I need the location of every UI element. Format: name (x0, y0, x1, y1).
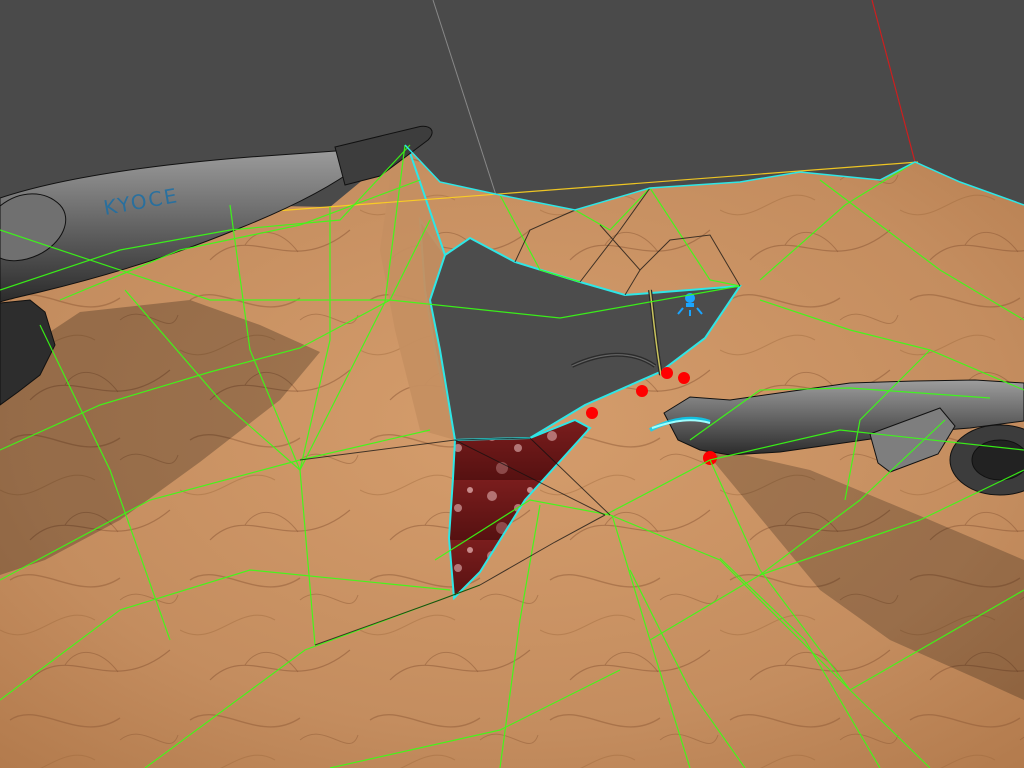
3d-viewport[interactable]: KYOCE (0, 0, 1024, 768)
control-point[interactable] (586, 407, 598, 419)
control-point[interactable] (661, 367, 673, 379)
control-point[interactable] (678, 372, 690, 384)
control-point[interactable] (636, 385, 648, 397)
surgery-simulation-scene[interactable]: KYOCE (0, 0, 1024, 768)
